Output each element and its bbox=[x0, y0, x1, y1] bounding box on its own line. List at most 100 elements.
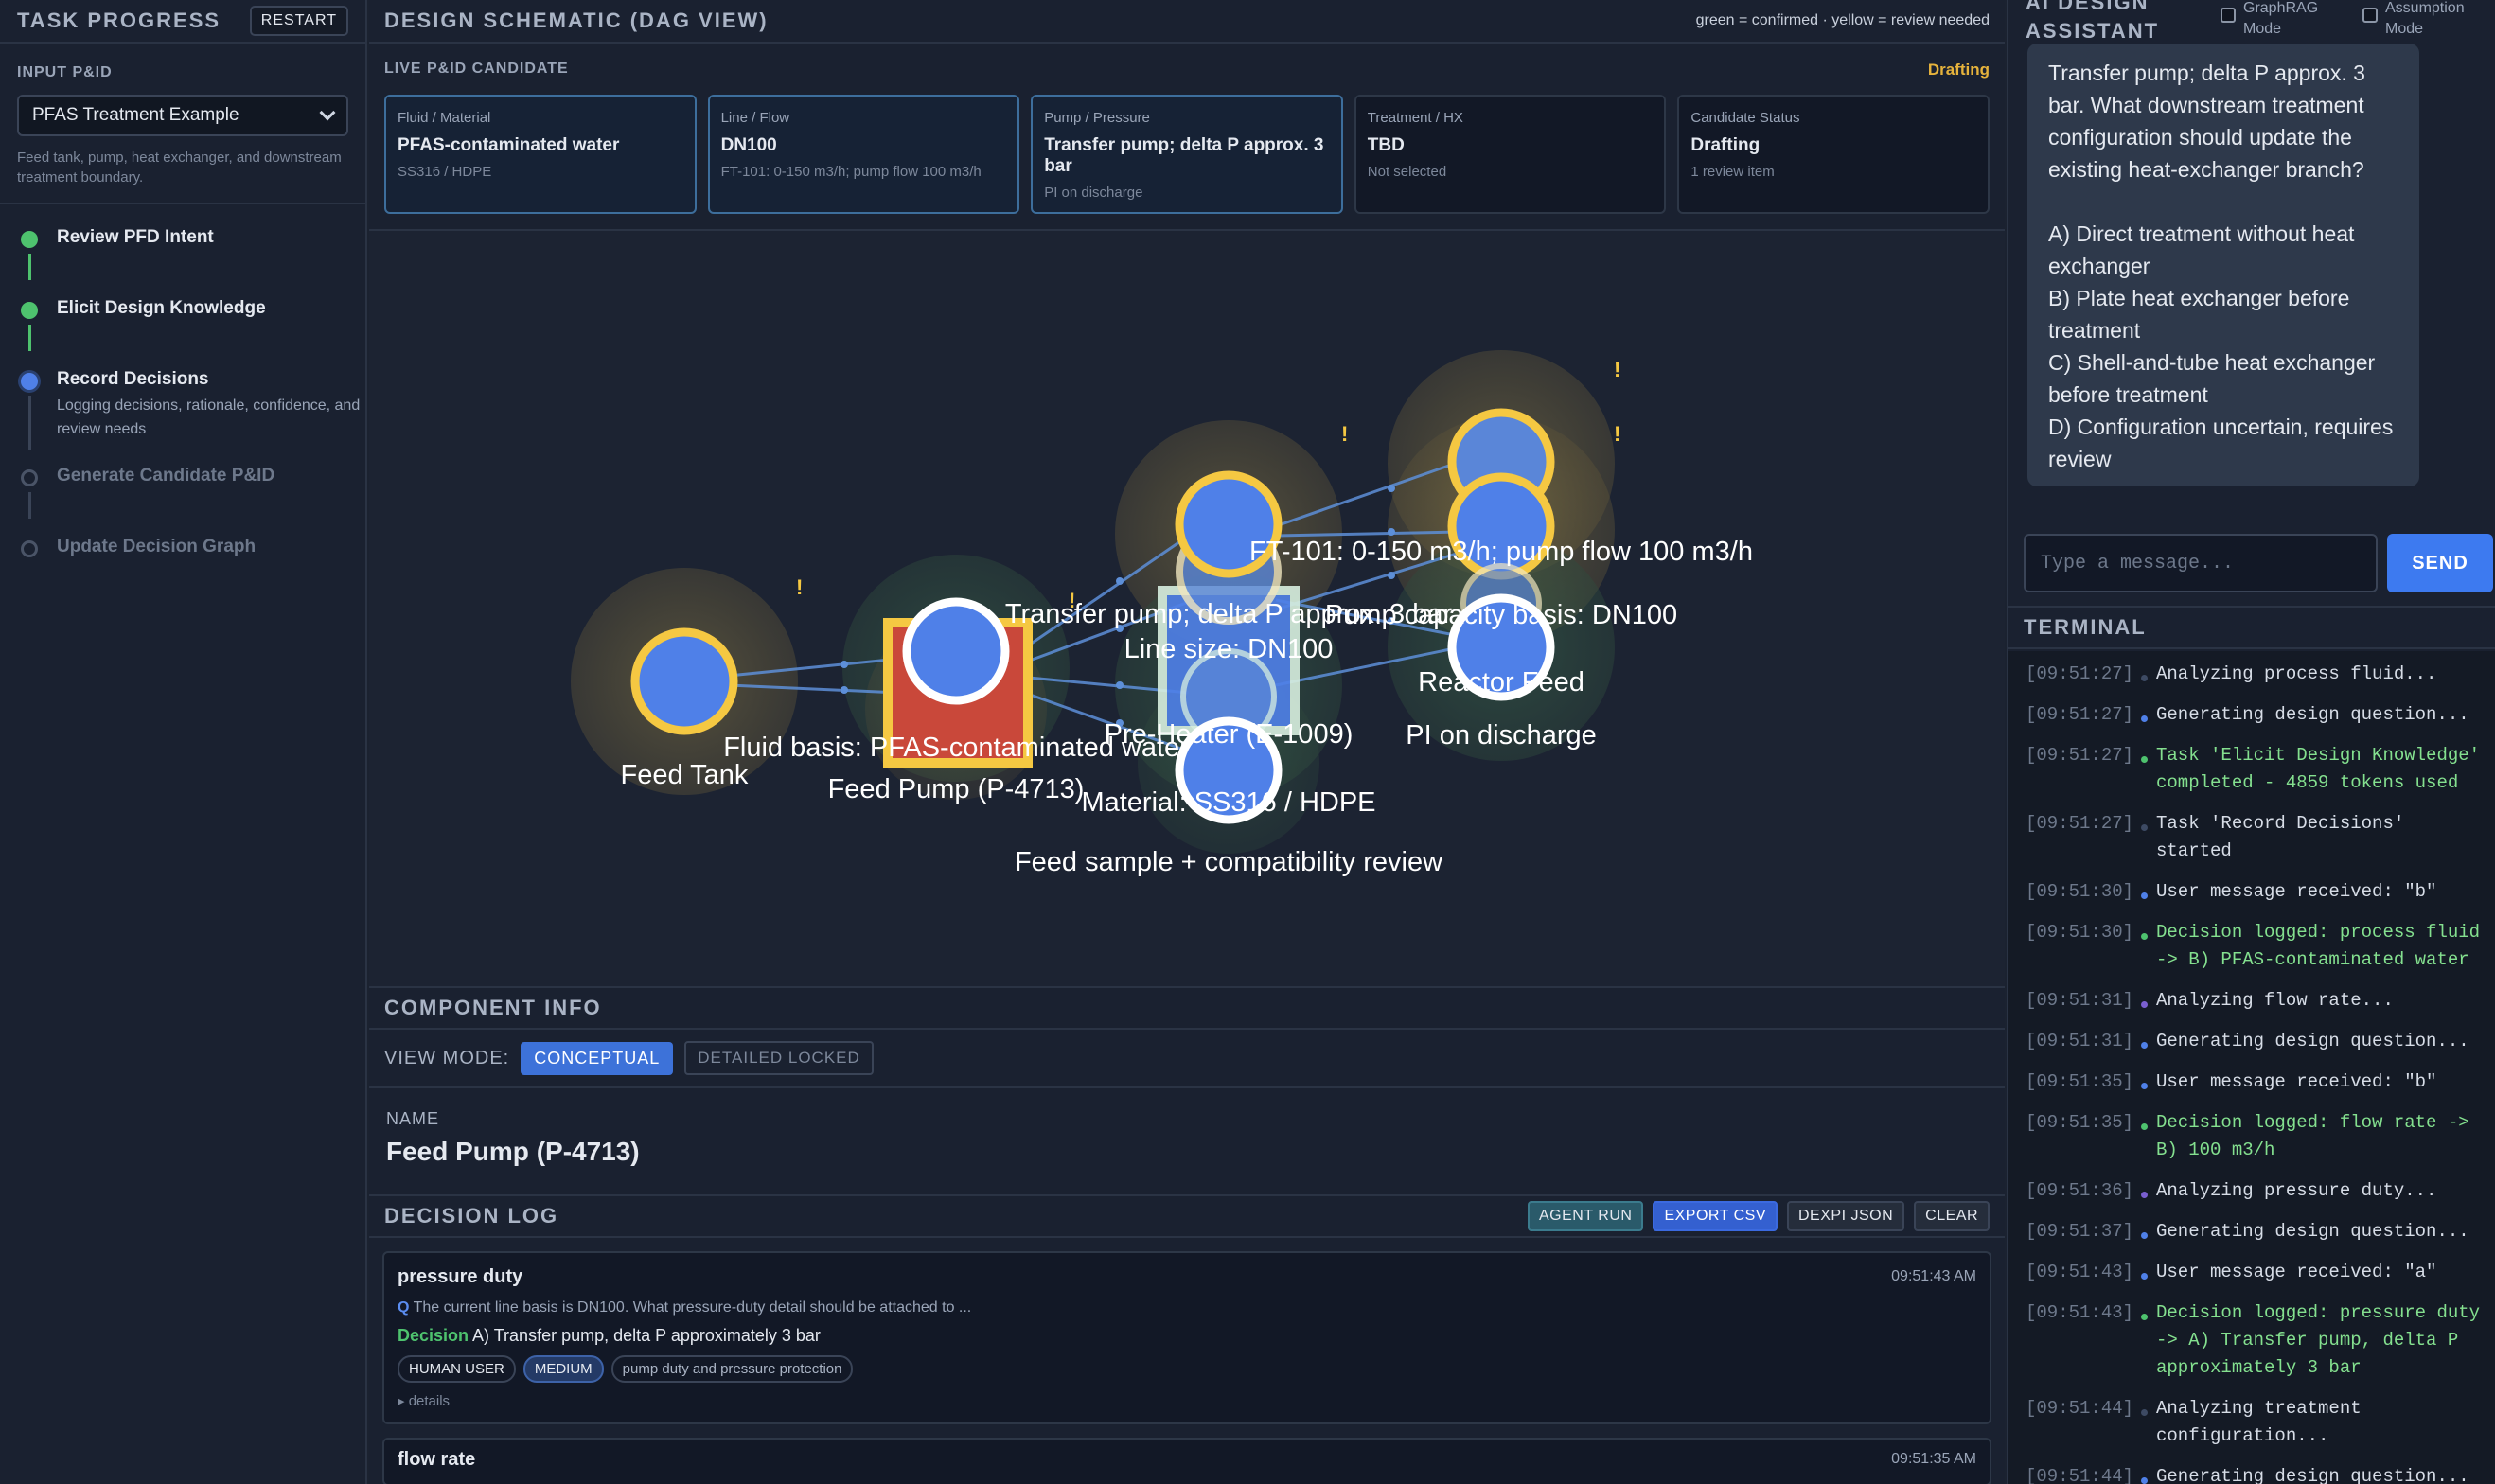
terminal-timestamp: [09:51:44] bbox=[2026, 1466, 2134, 1484]
view-mode-detailed-button[interactable]: DETAILED LOCKED bbox=[684, 1041, 874, 1075]
step-connector bbox=[28, 492, 31, 519]
terminal-message: Generating design question... bbox=[2156, 1221, 2469, 1242]
terminal-line: [09:51:27] Task 'Elicit Design Knowledge'… bbox=[2026, 742, 2495, 797]
decision-entry[interactable]: pressure duty 09:51:43 AM Q The current … bbox=[382, 1251, 1991, 1424]
terminal-timestamp: [09:51:30] bbox=[2026, 881, 2134, 902]
terminal-message: Analyzing treatment configuration... bbox=[2156, 1398, 2362, 1446]
decision-log-title: DECISION LOG bbox=[384, 1204, 559, 1228]
label-pipe-basis: Pump capacity basis: DN100 bbox=[1325, 600, 1677, 630]
decision-text: A) Transfer pump, delta P approximately … bbox=[472, 1326, 821, 1345]
candidate-card[interactable]: Treatment / HX TBD Not selected bbox=[1354, 95, 1667, 214]
dexpi-json-button[interactable]: DEXPI JSON bbox=[1787, 1201, 1905, 1231]
terminal-message: Generating design question... bbox=[2156, 1031, 2469, 1051]
step-title: Update Decision Graph bbox=[57, 537, 257, 556]
candidate-card[interactable]: Candidate Status Drafting 1 review item bbox=[1677, 95, 1990, 214]
task-step[interactable]: Review PFD Intent bbox=[0, 227, 365, 298]
card-sub: Not selected bbox=[1367, 164, 1447, 180]
terminal-message: Analyzing process fluid... bbox=[2156, 663, 2437, 684]
view-mode-conceptual-button[interactable]: CONCEPTUAL bbox=[521, 1041, 674, 1075]
terminal-log[interactable]: [09:51:27] Analyzing process fluid... [09:… bbox=[2008, 651, 2495, 1484]
card-label: Line / Flow bbox=[720, 110, 790, 126]
terminal-bullet-icon bbox=[2139, 1177, 2156, 1205]
card-value: DN100 bbox=[720, 135, 777, 155]
terminal-bullet-icon bbox=[2139, 742, 2156, 797]
assumption-toggle[interactable]: Assumption Mode bbox=[2362, 0, 2480, 40]
terminal-timestamp: [09:51:35] bbox=[2026, 1112, 2134, 1133]
message-input[interactable] bbox=[2024, 534, 2378, 592]
step-title: Review PFD Intent bbox=[57, 227, 214, 247]
terminal-timestamp: [09:51:27] bbox=[2026, 704, 2134, 725]
ai-assistant-title: AI DESIGN ASSISTANT bbox=[2026, 0, 2160, 43]
pid-select[interactable]: PFAS Treatment Example bbox=[17, 95, 348, 136]
send-button[interactable]: SEND bbox=[2387, 534, 2493, 592]
label-feed-sample: Feed sample + compatibility review bbox=[1015, 847, 1443, 877]
export-csv-button[interactable]: EXPORT CSV bbox=[1653, 1201, 1778, 1231]
step-title: Elicit Design Knowledge bbox=[57, 298, 266, 318]
ai-assistant-header: AI DESIGN ASSISTANT GraphRAG Mode Assump… bbox=[2008, 0, 2495, 44]
candidate-card[interactable]: Fluid / Material PFAS-contaminated water S… bbox=[384, 95, 697, 214]
task-step[interactable]: Elicit Design Knowledge bbox=[0, 298, 365, 369]
graphrag-checkbox[interactable] bbox=[2221, 8, 2236, 23]
candidate-card[interactable]: Pump / Pressure Transfer pump; delta P ap… bbox=[1031, 95, 1343, 214]
terminal-bullet-icon bbox=[2139, 1028, 2156, 1055]
restart-button[interactable]: RESTART bbox=[249, 6, 348, 36]
terminal-message: User message received: "b" bbox=[2156, 1071, 2437, 1092]
component-name-value: Feed Pump (P-4713) bbox=[386, 1137, 640, 1166]
terminal-timestamp: [09:51:44] bbox=[2026, 1398, 2134, 1419]
assistant-message: Transfer pump; delta P approx. 3 bar. Wh… bbox=[2027, 44, 2419, 486]
terminal-message: Decision logged: process fluid -> B) PFA… bbox=[2156, 922, 2481, 970]
schematic-legend: green = confirmed · yellow = review need… bbox=[1695, 12, 1990, 28]
graphrag-label: GraphRAG Mode bbox=[2243, 0, 2319, 37]
task-step[interactable]: Record Decisions Logging decisions, ratio… bbox=[0, 369, 365, 466]
task-progress-header: TASK PROGRESS RESTART bbox=[0, 0, 365, 44]
card-value: Drafting bbox=[1690, 135, 1761, 155]
decision-tags: HUMAN USER MEDIUM pump duty and pressure… bbox=[398, 1355, 1976, 1383]
step-status-icon bbox=[21, 540, 38, 557]
terminal-timestamp: [09:51:31] bbox=[2026, 1031, 2134, 1051]
terminal-message: Task 'Elicit Design Knowledge' completed… bbox=[2156, 745, 2481, 793]
candidate-card[interactable]: Line / Flow DN100 FT-101: 0-150 m3/h; pump… bbox=[707, 95, 1020, 214]
terminal-message: Analyzing pressure duty... bbox=[2156, 1180, 2437, 1201]
decision-label: Decision bbox=[398, 1326, 469, 1345]
card-value: Transfer pump; delta P approx. 3 bar bbox=[1044, 135, 1324, 176]
agent-run-button[interactable]: AGENT RUN bbox=[1528, 1201, 1644, 1231]
decision-entry[interactable]: flow rate 09:51:35 AM bbox=[382, 1438, 1991, 1484]
input-pid-label: INPUT P&ID bbox=[17, 64, 113, 80]
task-step[interactable]: Update Decision Graph bbox=[0, 537, 365, 608]
decision-entry-decision: Decision A) Transfer pump, delta P appro… bbox=[398, 1326, 1976, 1346]
terminal-timestamp: [09:51:35] bbox=[2026, 1071, 2134, 1092]
label-reactor-feed: Reactor Feed bbox=[1418, 667, 1584, 698]
terminal-bullet-icon bbox=[2139, 919, 2156, 974]
task-step[interactable]: Generate Candidate P&ID bbox=[0, 466, 365, 537]
schematic-title: DESIGN SCHEMATIC (DAG VIEW) bbox=[384, 9, 769, 32]
terminal-message: User message received: "a" bbox=[2156, 1262, 2437, 1282]
option-b: B) Plate heat exchanger before treatment bbox=[2048, 286, 2350, 343]
dag-graph[interactable]: ! ! ! ! ! Feed Tank Fluid basis: PFAS-co… bbox=[369, 231, 2005, 986]
card-sub: PI on discharge bbox=[1044, 185, 1143, 201]
alert-feed-tank: ! bbox=[796, 575, 803, 599]
terminal-title: TERMINAL bbox=[2024, 615, 2147, 639]
label-feed-tank: Feed Tank bbox=[621, 760, 749, 790]
terminal-bullet-icon bbox=[2139, 1395, 2156, 1450]
graphrag-toggle[interactable]: GraphRAG Mode bbox=[2221, 0, 2319, 40]
terminal-line: [09:51:44] Analyzing treatment configurat… bbox=[2026, 1395, 2495, 1450]
alert-flow: ! bbox=[1614, 422, 1620, 446]
node-feed-tank[interactable] bbox=[630, 627, 738, 735]
decision-log-header: DECISION LOG AGENT RUN EXPORT CSV DEXPI … bbox=[369, 1194, 2005, 1238]
tag-confidence: MEDIUM bbox=[522, 1355, 604, 1383]
terminal-line: [09:51:35] Decision logged: flow rate -> … bbox=[2026, 1109, 2495, 1164]
terminal-bullet-icon bbox=[2139, 1109, 2156, 1164]
pid-select-value: PFAS Treatment Example bbox=[32, 105, 239, 125]
decision-log-actions: AGENT RUN EXPORT CSV DEXPI JSON CLEAR bbox=[1528, 1201, 1990, 1231]
terminal-timestamp: [09:51:43] bbox=[2026, 1302, 2134, 1323]
card-sub: FT-101: 0-150 m3/h; pump flow 100 m3/h bbox=[720, 164, 982, 180]
details-toggle[interactable]: ▸ details bbox=[398, 1392, 1976, 1409]
clear-log-button[interactable]: CLEAR bbox=[1914, 1201, 1990, 1231]
question-marker: Q bbox=[398, 1299, 410, 1316]
step-status-icon bbox=[21, 302, 38, 319]
terminal-line: [09:51:43] Decision logged: pressure duty… bbox=[2026, 1299, 2495, 1382]
terminal-timestamp: [09:51:27] bbox=[2026, 663, 2134, 684]
terminal-line: [09:51:27] Analyzing process fluid... bbox=[2026, 661, 2495, 688]
assumption-checkbox[interactable] bbox=[2362, 8, 2378, 23]
label-feed-pump: Feed Pump (P-4713) bbox=[828, 774, 1085, 804]
